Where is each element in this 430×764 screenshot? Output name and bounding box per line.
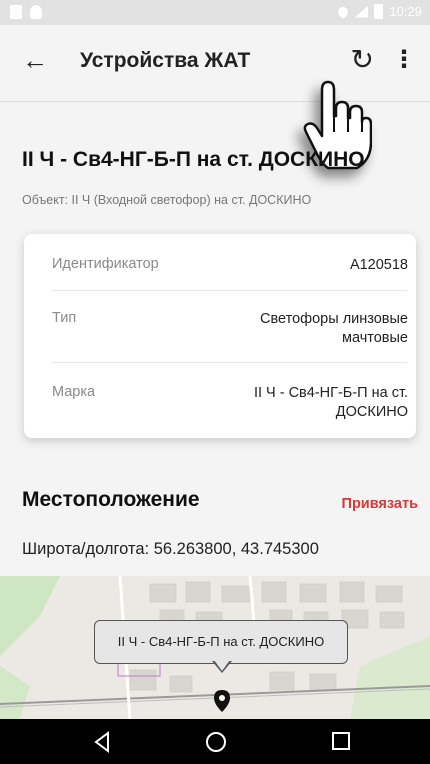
device-name: II Ч - Св4-НГ-Б-П на ст. ДОСКИНО [22, 148, 365, 171]
refresh-icon[interactable]: ↻ [351, 45, 374, 75]
coordinates-text: Широта/долгота: 56.263800, 43.745300 [22, 540, 319, 558]
android-icon [30, 5, 42, 19]
map-pin-icon[interactable] [214, 690, 230, 712]
nav-recents-icon[interactable] [331, 731, 351, 751]
tooltip-tail-inner [214, 660, 230, 671]
detail-value: Светофоры линзовые мачтовые [260, 311, 408, 346]
object-description: Объект: II Ч (Входной светофор) на ст. Д… [22, 193, 312, 207]
bind-location-button[interactable]: Привязать [342, 496, 418, 512]
more-vert-icon[interactable]: ⋮ [392, 47, 416, 73]
signal-icon [354, 5, 369, 18]
nav-home-icon[interactable] [205, 731, 227, 753]
map-marker-tooltip: II Ч - Св4-НГ-Б-П на ст. ДОСКИНО [94, 620, 348, 664]
detail-label: Тип [52, 310, 77, 326]
status-bar: 10:29 [0, 0, 430, 25]
detail-value: А120518 [349, 257, 408, 273]
status-time: 10:29 [389, 4, 422, 19]
location-title: Местоположение [22, 488, 200, 511]
nav-back-icon[interactable] [92, 731, 112, 753]
divider [52, 290, 407, 291]
divider [52, 362, 407, 363]
detail-label: Идентификатор [52, 256, 159, 272]
notification-icon [10, 5, 22, 19]
battery-icon [374, 4, 384, 19]
location-icon [336, 4, 351, 19]
detail-label: Марка [52, 384, 96, 400]
page-title: Устройства ЖАТ [80, 49, 251, 72]
navigation-bar [0, 719, 430, 764]
details-card: Идентификатор А120518 Тип Светофоры линз… [24, 234, 416, 438]
detail-value: II Ч - Св4-НГ-Б-П на ст. ДОСКИНО [253, 385, 408, 420]
arrow-back-icon[interactable]: ← [22, 45, 48, 75]
